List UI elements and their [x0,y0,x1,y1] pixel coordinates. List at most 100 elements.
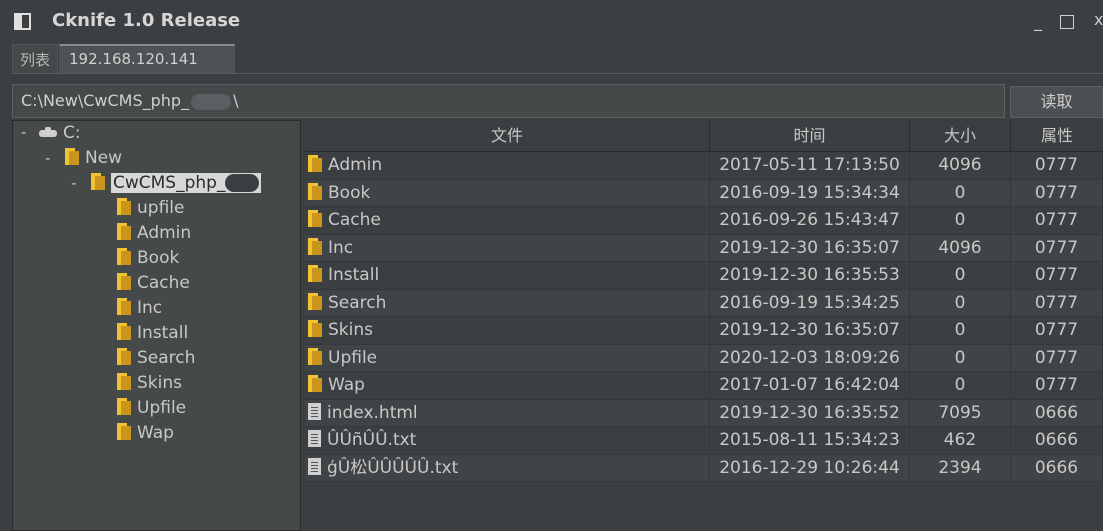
cell-time: 2016-09-26 15:43:47 [710,207,910,234]
tree-item-label: Wap [137,423,174,443]
cell-perm: 0666 [1011,399,1103,427]
cell-perm: 0777 [1011,152,1103,179]
tree-item-upfile-2[interactable]: Upfile [117,398,186,422]
minimize-button[interactable]: _ [1034,12,1042,31]
folder-icon [308,320,322,337]
tree-item-inc[interactable]: Inc [117,298,162,322]
file-name: Inc [328,237,354,258]
table-row[interactable]: index.html 2019-12-30 16:35:52 7095 0666 [305,399,1103,427]
path-input[interactable]: C:\New\CwCMS_php_ \ [12,84,1005,118]
folder-icon [117,248,131,265]
tree-item-admin[interactable]: Admin [117,223,191,247]
redacted-mark [225,174,260,192]
table-row[interactable]: Search 2016-09-19 15:34:25 0 0777 [305,289,1103,317]
tree-item-label: CwCMS_php_ [113,173,226,193]
table-row[interactable]: ģÛ松ÛÛÛÛÛ.txt 2016-12-29 10:26:44 2394 0666 [305,454,1103,482]
cell-time: 2019-12-30 16:35:52 [710,399,910,427]
file-table[interactable]: 文件 时间 大小 属性 Admin 2017-05-11 17:13:50 4096… [305,120,1103,531]
tab-list[interactable]: 列表 [12,44,59,74]
directory-tree[interactable]: - C: - New - CwCMS_php_ upfile Admin Boo… [12,120,301,531]
file-name: Install [328,265,380,285]
cell-time: 2016-09-19 15:34:34 [710,179,910,207]
tree-item-label: Skins [137,373,182,393]
cell-name: index.html [305,399,710,427]
file-name: index.html [327,402,418,423]
column-header-perm[interactable]: 属性 [1011,120,1103,152]
folder-icon [117,323,131,340]
folder-icon [117,298,131,315]
tree-toggle-cwcms[interactable]: - [71,174,76,192]
column-header-size[interactable]: 大小 [910,120,1011,152]
path-text: C:\New\CwCMS_php_ [21,91,190,110]
table-row[interactable]: Inc 2019-12-30 16:35:07 4096 0777 [305,234,1103,262]
folder-icon [308,375,322,392]
cell-perm: 0666 [1011,454,1103,482]
folder-icon [308,210,322,227]
tree-item-search[interactable]: Search [117,348,195,372]
maximize-button[interactable] [1060,15,1074,29]
file-name: ÛÛñÛÛ.txt [327,430,417,450]
tree-item-skins[interactable]: Skins [117,373,182,397]
tree-item-label: Cache [137,273,190,293]
folder-icon [308,182,322,200]
tab-host[interactable]: 192.168.120.141 [59,44,236,74]
table-row[interactable]: Cache 2016-09-26 15:43:47 0 0777 [305,207,1103,235]
cell-size: 462 [910,427,1011,454]
app-icon [14,13,31,30]
table-row[interactable]: ÛÛñÛÛ.txt 2015-08-11 15:34:23 462 0666 [305,427,1103,455]
table-row[interactable]: Skins 2019-12-30 16:35:07 0 0777 [305,317,1103,345]
cell-perm: 0666 [1011,427,1103,454]
file-name: Admin [328,155,383,175]
cell-size: 4096 [910,152,1011,179]
tree-item-book[interactable]: Book [117,248,179,272]
cell-size: 7095 [910,399,1011,427]
folder-icon [117,198,131,215]
folder-icon [308,265,322,282]
table-row[interactable]: Book 2016-09-19 15:34:34 0 0777 [305,179,1103,207]
file-name: ģÛ松ÛÛÛÛÛ.txt [327,457,459,478]
folder-icon [65,148,79,165]
cell-name: Cache [305,207,710,234]
table-row[interactable]: Wap 2017-01-07 16:42:04 0 0777 [305,372,1103,400]
tree-item-wap[interactable]: Wap [117,423,174,447]
read-button[interactable]: 读取 [1010,86,1103,118]
tree-item-new[interactable]: New [65,148,122,172]
tree-item-upfile[interactable]: upfile [117,198,184,222]
cell-size: 2394 [910,454,1011,482]
table-row[interactable]: Admin 2017-05-11 17:13:50 4096 0777 [305,152,1103,180]
tree-item-cache[interactable]: Cache [117,273,190,297]
cell-time: 2015-08-11 15:34:23 [710,427,910,454]
file-name: Skins [328,320,373,340]
cell-perm: 0777 [1011,262,1103,289]
file-name: Cache [328,210,381,230]
cell-size: 0 [910,207,1011,234]
title-bar: Cknife 1.0 Release _ x [0,0,1103,44]
folder-icon [117,373,131,390]
tree-toggle-drive[interactable]: - [21,123,26,141]
column-header-time[interactable]: 时间 [710,120,910,152]
folder-icon [91,173,105,190]
cell-size: 0 [910,179,1011,207]
tree-item-drive[interactable]: C: [39,123,81,147]
file-icon [308,402,321,420]
cell-name: Wap [305,372,710,399]
table-row[interactable]: Upfile 2020-12-03 18:09:26 0 0777 [305,344,1103,372]
cell-time: 2017-01-07 16:42:04 [710,372,910,399]
folder-icon [308,347,322,365]
tree-item-label: Upfile [137,398,187,418]
cell-perm: 0777 [1011,344,1103,372]
tree-item-install[interactable]: Install [117,323,188,347]
cell-time: 2019-12-30 16:35:07 [710,317,910,344]
tree-item-cwcms[interactable]: CwCMS_php_ [91,173,262,197]
path-trailing: \ [233,91,239,110]
cell-size: 4096 [910,234,1011,262]
cell-time: 2019-12-30 16:35:07 [710,234,910,262]
table-row[interactable]: Install 2019-12-30 16:35:53 0 0777 [305,262,1103,290]
cell-size: 0 [910,289,1011,317]
drive-icon [39,126,57,137]
folder-icon [117,223,131,240]
file-name: Book [328,182,371,203]
close-button[interactable]: x [1094,10,1103,29]
column-header-name[interactable]: 文件 [305,120,710,152]
tree-toggle-new[interactable]: - [45,149,50,167]
